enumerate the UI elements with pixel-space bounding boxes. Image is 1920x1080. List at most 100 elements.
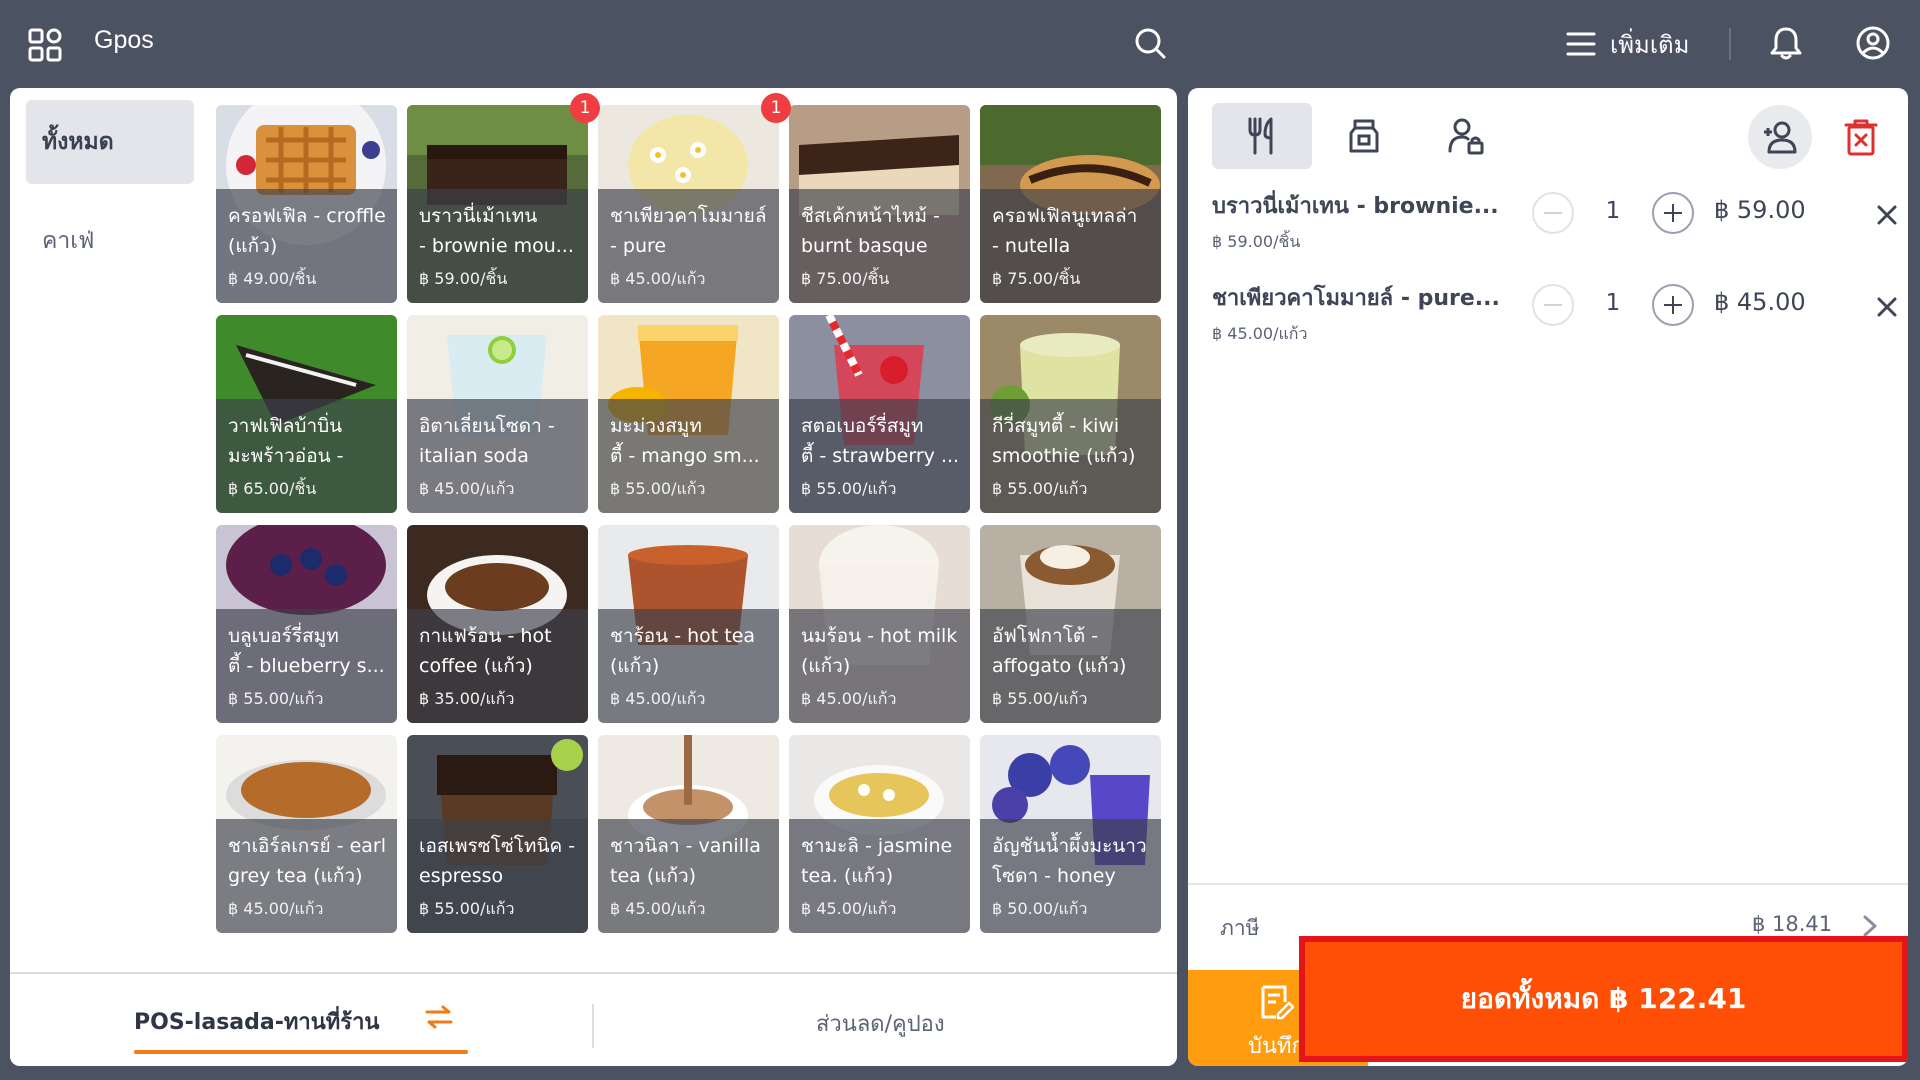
product-tile-card[interactable]: กีวี่สมูทตี้ - kiwi smoothie (แก้ว) ฿ 55.…	[980, 315, 1161, 513]
product-info-overlay: กาแฟร้อน - hot coffee (แก้ว) ฿ 35.00/แก้ว	[407, 609, 588, 723]
decrease-qty-button[interactable]	[1532, 192, 1574, 234]
product-name: กีวี่สมูทตี้ - kiwi smoothie (แก้ว)	[992, 415, 1136, 467]
cart-count-badge: 1	[761, 93, 791, 123]
product-tile[interactable]: ชาร้อน - hot tea (แก้ว) ฿ 45.00/แก้ว	[598, 525, 779, 723]
save-note-icon	[1261, 985, 1294, 1020]
add-customer-button[interactable]	[1748, 105, 1812, 169]
product-tile[interactable]: กีวี่สมูทตี้ - kiwi smoothie (แก้ว) ฿ 55.…	[980, 315, 1161, 513]
takeaway-bag-icon	[1349, 119, 1379, 153]
user-lock-icon	[1448, 118, 1484, 155]
total-checkout-button[interactable]: ยอดทั้งหมด ฿ 122.41	[1299, 936, 1908, 1062]
product-tile-card[interactable]: ชาเพียวคาโมมายล์ - pure camomil... ฿ 45.0…	[598, 105, 779, 303]
product-info-overlay: ชาร้อน - hot tea (แก้ว) ฿ 45.00/แก้ว	[598, 609, 779, 723]
product-tile[interactable]: ชาเอิร์ลเกรย์ - earl grey tea (แก้ว) ฿ 45…	[216, 735, 397, 933]
product-price: ฿ 55.00/แก้ว	[419, 899, 515, 918]
product-tile-card[interactable]: ชาวนิลา - vanilla tea (แก้ว) ฿ 45.00/แก้ว	[598, 735, 779, 933]
takeaway-mode-button[interactable]	[1314, 103, 1414, 169]
increase-qty-button[interactable]	[1652, 284, 1694, 326]
product-tile-card[interactable]: อิตาเลี่ยนโซดา - italian soda (แก้ว) ฿ 45…	[407, 315, 588, 513]
product-price: ฿ 55.00/แก้ว	[992, 689, 1088, 708]
product-tile-card[interactable]: ครอฟเฟิลนูเทลล่า - nutella croffle... ฿ 7…	[980, 105, 1161, 303]
product-tile[interactable]: อัฟโฟกาโต้ - affogato (แก้ว) ฿ 55.00/แก้ว	[980, 525, 1161, 723]
chevron-right-icon[interactable]	[1860, 914, 1880, 938]
product-tile[interactable]: อัญชันน้ำผึ้งมะนาว โซดา - honey le... ฿ 5…	[980, 735, 1161, 933]
profile-icon[interactable]	[1855, 25, 1891, 61]
product-tile-card[interactable]: เอสเพรซโซ่โทนิค - espresso tonic.... ฿ 55…	[407, 735, 588, 933]
product-tile[interactable]: อิตาเลี่ยนโซดา - italian soda (แก้ว) ฿ 45…	[407, 315, 588, 513]
tax-label: ภาษี	[1220, 916, 1260, 940]
product-tile[interactable]: ชาวนิลา - vanilla tea (แก้ว) ฿ 45.00/แก้ว	[598, 735, 779, 933]
product-name: ชาเพียวคาโมมายล์ - pure camomil...	[610, 205, 767, 257]
product-tile-card[interactable]: กาแฟร้อน - hot coffee (แก้ว) ฿ 35.00/แก้ว	[407, 525, 588, 723]
delete-order-icon[interactable]	[1843, 118, 1879, 156]
dine-in-mode-button[interactable]	[1212, 103, 1312, 169]
product-tile[interactable]: วาฟเฟิลบ้าบิ่น มะพร้าวอ่อน - ba... ฿ 65.0…	[216, 315, 397, 513]
product-tile[interactable]: กาแฟร้อน - hot coffee (แก้ว) ฿ 35.00/แก้ว	[407, 525, 588, 723]
product-tile[interactable]: ชาเพียวคาโมมายล์ - pure camomil... ฿ 45.0…	[598, 93, 791, 303]
product-tile-card[interactable]: อัญชันน้ำผึ้งมะนาว โซดา - honey le... ฿ 5…	[980, 735, 1161, 933]
product-tile[interactable]: เอสเพรซโซ่โทนิค - espresso tonic.... ฿ 55…	[407, 735, 588, 933]
product-panel: ทั้งหมด คาเฟ่ ครอฟเฟิล - croffle (แก้ว) ฿…	[10, 88, 1177, 1066]
increase-qty-button[interactable]	[1652, 192, 1694, 234]
product-tile[interactable]: บลูเบอร์รี่สมูท ตี้ - blueberry s... ฿ 55…	[216, 525, 397, 723]
product-tile-card[interactable]: สตอเบอร์รี่สมูท ตี้ - strawberry ... ฿ 55…	[789, 315, 970, 513]
product-name: อัฟโฟกาโต้ - affogato (แก้ว)	[992, 625, 1127, 677]
order-line-unit-price: ฿ 45.00/แก้ว	[1212, 324, 1308, 343]
product-price: ฿ 59.00/ชิ้น	[419, 269, 508, 288]
product-name: สตอเบอร์รี่สมูท ตี้ - strawberry ...	[801, 415, 960, 467]
more-menu-button[interactable]: เพิ่มเติม	[1566, 24, 1689, 64]
product-price: ฿ 35.00/แก้ว	[419, 689, 515, 708]
product-tile[interactable]: มะม่วงสมูท ตี้ - mango sm... ฿ 55.00/แก้ว	[598, 315, 779, 513]
tab-discount-coupon[interactable]: ส่วนลด/คูปอง	[816, 1006, 945, 1041]
order-line: ชาเพียวคาโมมายล์ - pure... ฿ 45.00/แก้ว …	[1212, 280, 1897, 360]
order-line-name[interactable]: บราวนี่เม้าเทน - brownie...	[1212, 188, 1512, 223]
product-tile-card[interactable]: อัฟโฟกาโต้ - affogato (แก้ว) ฿ 55.00/แก้ว	[980, 525, 1161, 723]
product-tile[interactable]: ชามะลิ - jasmine tea. (แก้ว) ฿ 45.00/แก้ว	[789, 735, 970, 933]
product-info-overlay: ชีสเค้กหน้าไหม้ - burnt basque c... ฿ 75.…	[789, 189, 970, 303]
product-tile-card[interactable]: ครอฟเฟิล - croffle (แก้ว) ฿ 49.00/ชิ้น	[216, 105, 397, 303]
product-tile-card[interactable]: ชาเอิร์ลเกรย์ - earl grey tea (แก้ว) ฿ 45…	[216, 735, 397, 933]
app-title: Gpos	[94, 26, 154, 54]
product-tile-card[interactable]: บลูเบอร์รี่สมูท ตี้ - blueberry s... ฿ 55…	[216, 525, 397, 723]
hamburger-icon	[1566, 32, 1596, 56]
product-name: อิตาเลี่ยนโซดา - italian soda (แก้ว)	[419, 415, 555, 467]
product-name: วาฟเฟิลบ้าบิ่น มะพร้าวอ่อน - ba...	[228, 415, 344, 467]
top-divider	[1729, 28, 1731, 60]
product-tile-card[interactable]: มะม่วงสมูท ตี้ - mango sm... ฿ 55.00/แก้ว	[598, 315, 779, 513]
remove-line-icon[interactable]	[1876, 204, 1898, 226]
product-tile-card[interactable]: ชามะลิ - jasmine tea. (แก้ว) ฿ 45.00/แก้ว	[789, 735, 970, 933]
product-tile[interactable]: บราวนี่เม้าเทน - brownie mou... ฿ 59.00/ช…	[407, 93, 600, 303]
product-tile-card[interactable]: ชาร้อน - hot tea (แก้ว) ฿ 45.00/แก้ว	[598, 525, 779, 723]
product-tile[interactable]: นมร้อน - hot milk (แก้ว) ฿ 45.00/แก้ว	[789, 525, 970, 723]
product-tile[interactable]: สตอเบอร์รี่สมูท ตี้ - strawberry ... ฿ 55…	[789, 315, 970, 513]
cart-count-badge: 1	[570, 93, 600, 123]
tab-pos-dine-in[interactable]: POS-lasada-ทานที่ร้าน	[134, 1004, 379, 1039]
decrease-qty-button[interactable]	[1532, 284, 1574, 326]
product-tile[interactable]: ครอฟเฟิล - croffle (แก้ว) ฿ 49.00/ชิ้น	[216, 105, 397, 303]
add-user-icon	[1764, 121, 1797, 154]
product-tile-card[interactable]: วาฟเฟิลบ้าบิ่น มะพร้าวอ่อน - ba... ฿ 65.0…	[216, 315, 397, 513]
search-icon[interactable]	[1133, 26, 1167, 60]
product-price: ฿ 45.00/แก้ว	[419, 479, 515, 498]
order-line-total: ฿ 59.00	[1714, 196, 1806, 224]
product-tile[interactable]: ครอฟเฟิลนูเทลล่า - nutella croffle... ฿ 7…	[980, 105, 1161, 303]
remove-line-icon[interactable]	[1876, 296, 1898, 318]
category-cafe[interactable]: คาเฟ่	[26, 199, 194, 283]
delivery-mode-button[interactable]	[1416, 103, 1516, 169]
apps-grid-icon[interactable]	[28, 28, 62, 62]
order-line-name[interactable]: ชาเพียวคาโมมายล์ - pure...	[1212, 280, 1512, 315]
product-tile-card[interactable]: ชีสเค้กหน้าไหม้ - burnt basque c... ฿ 75.…	[789, 105, 970, 303]
swap-icon[interactable]	[424, 1004, 454, 1030]
product-tile-card[interactable]: นมร้อน - hot milk (แก้ว) ฿ 45.00/แก้ว	[789, 525, 970, 723]
summary-divider	[1188, 883, 1908, 885]
product-tile[interactable]: ชีสเค้กหน้าไหม้ - burnt basque c... ฿ 75.…	[789, 105, 970, 303]
product-price: ฿ 65.00/ชิ้น	[228, 479, 317, 498]
order-line-unit-price: ฿ 59.00/ชิ้น	[1212, 232, 1301, 251]
product-name: ชามะลิ - jasmine tea. (แก้ว)	[801, 835, 953, 887]
product-name: กาแฟร้อน - hot coffee (แก้ว)	[419, 625, 552, 677]
product-name: ชาวนิลา - vanilla tea (แก้ว)	[610, 835, 761, 887]
product-tile-card[interactable]: บราวนี่เม้าเทน - brownie mou... ฿ 59.00/ช…	[407, 105, 588, 303]
fork-knife-icon	[1248, 117, 1273, 155]
category-all[interactable]: ทั้งหมด	[26, 100, 194, 184]
bell-icon[interactable]	[1769, 25, 1803, 61]
